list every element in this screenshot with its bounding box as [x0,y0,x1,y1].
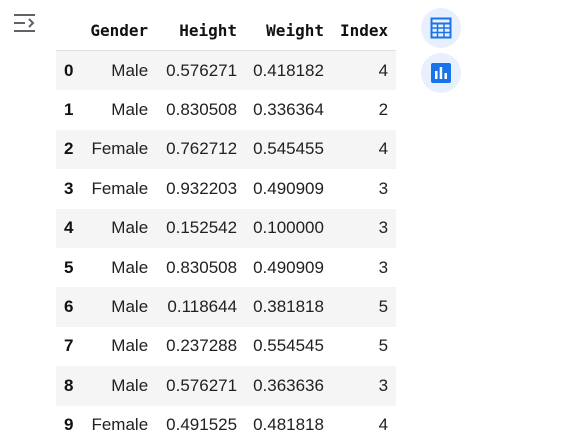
weight-cell: 0.481818 [253,415,324,435]
gender-cell: Male [111,375,149,395]
row-index-cell: 4 [64,218,74,238]
weight-cell: 0.490909 [253,257,324,277]
index-value-cell: 3 [378,218,389,238]
table-header-row: Gender Height Weight Index [56,11,397,51]
weight-cell: 0.100000 [253,218,324,238]
index-value-cell: 3 [378,257,389,277]
gender-cell: Male [111,297,149,317]
table-row: 0 Male 0.576271 0.418182 4 [56,50,397,91]
table-row: 3 Female 0.932203 0.490909 3 [56,169,397,209]
row-index-cell: 8 [64,375,74,395]
row-index-cell: 7 [64,336,74,356]
row-index-cell: 9 [64,415,74,435]
height-cell: 0.762712 [166,139,238,159]
table-row: 5 Male 0.830508 0.490909 3 [56,247,397,288]
weight-cell: 0.554545 [253,336,324,356]
weight-cell: 0.490909 [253,178,324,198]
interactive-table-icon [430,17,452,39]
table-row: 4 Male 0.152542 0.100000 3 [56,208,397,248]
gender-cell: Female [91,139,149,159]
dataframe-table: Gender Height Weight Index 0 Male 0.576271… [56,11,397,445]
gender-cell: Male [111,60,149,80]
height-cell: 0.830508 [166,100,238,120]
row-index-cell: 2 [64,139,74,159]
height-cell: 0.932203 [166,178,238,198]
height-cell: 0.830508 [166,257,238,277]
weight-cell: 0.363636 [253,375,324,395]
height-cell: 0.491525 [166,415,238,435]
gender-cell: Female [91,178,149,198]
collapse-output-icon [14,14,35,32]
column-header-index: Index [331,11,397,51]
row-index-cell: 6 [64,297,74,317]
weight-cell: 0.381818 [253,297,324,317]
row-index-cell: 5 [64,257,74,277]
column-header-weight: Weight [245,11,332,51]
index-value-cell: 3 [378,178,389,198]
index-value-cell: 2 [378,100,389,120]
height-cell: 0.118644 [167,297,238,317]
table-row: 2 Female 0.762712 0.545455 4 [56,129,397,170]
row-index-cell: 3 [64,178,74,198]
index-value-cell: 4 [378,139,389,159]
gender-cell: Male [111,100,149,120]
table-row: 1 Male 0.830508 0.336364 2 [56,90,397,130]
gender-cell: Female [91,415,149,435]
table-row: 8 Male 0.576271 0.363636 3 [56,366,397,406]
convert-to-interactive-table-button[interactable] [421,8,461,48]
column-header-gender: Gender [79,11,157,51]
height-cell: 0.576271 [166,60,238,80]
suggest-charts-button[interactable] [421,53,461,93]
gender-cell: Male [111,257,149,277]
height-cell: 0.576271 [166,375,238,395]
table-row: 7 Male 0.237288 0.554545 5 [56,326,397,367]
index-value-cell: 5 [378,336,389,356]
weight-cell: 0.418182 [253,60,324,80]
weight-cell: 0.336364 [253,100,324,120]
height-cell: 0.237288 [166,336,238,356]
table-row: 9 Female 0.491525 0.481818 4 [56,405,397,445]
index-column-header [56,11,80,51]
index-value-cell: 3 [378,375,389,395]
height-cell: 0.152542 [166,218,238,238]
suggest-charts-icon [431,63,451,83]
gender-cell: Male [111,336,149,356]
row-index-cell: 0 [64,60,74,80]
column-header-height: Height [156,11,246,51]
gender-cell: Male [111,218,149,238]
index-value-cell: 4 [378,60,389,80]
index-value-cell: 4 [378,415,389,435]
row-index-cell: 1 [64,100,74,120]
collapse-output-button[interactable] [11,11,41,37]
weight-cell: 0.545455 [253,139,324,159]
table-row: 6 Male 0.118644 0.381818 5 [56,287,397,327]
index-value-cell: 5 [378,297,389,317]
